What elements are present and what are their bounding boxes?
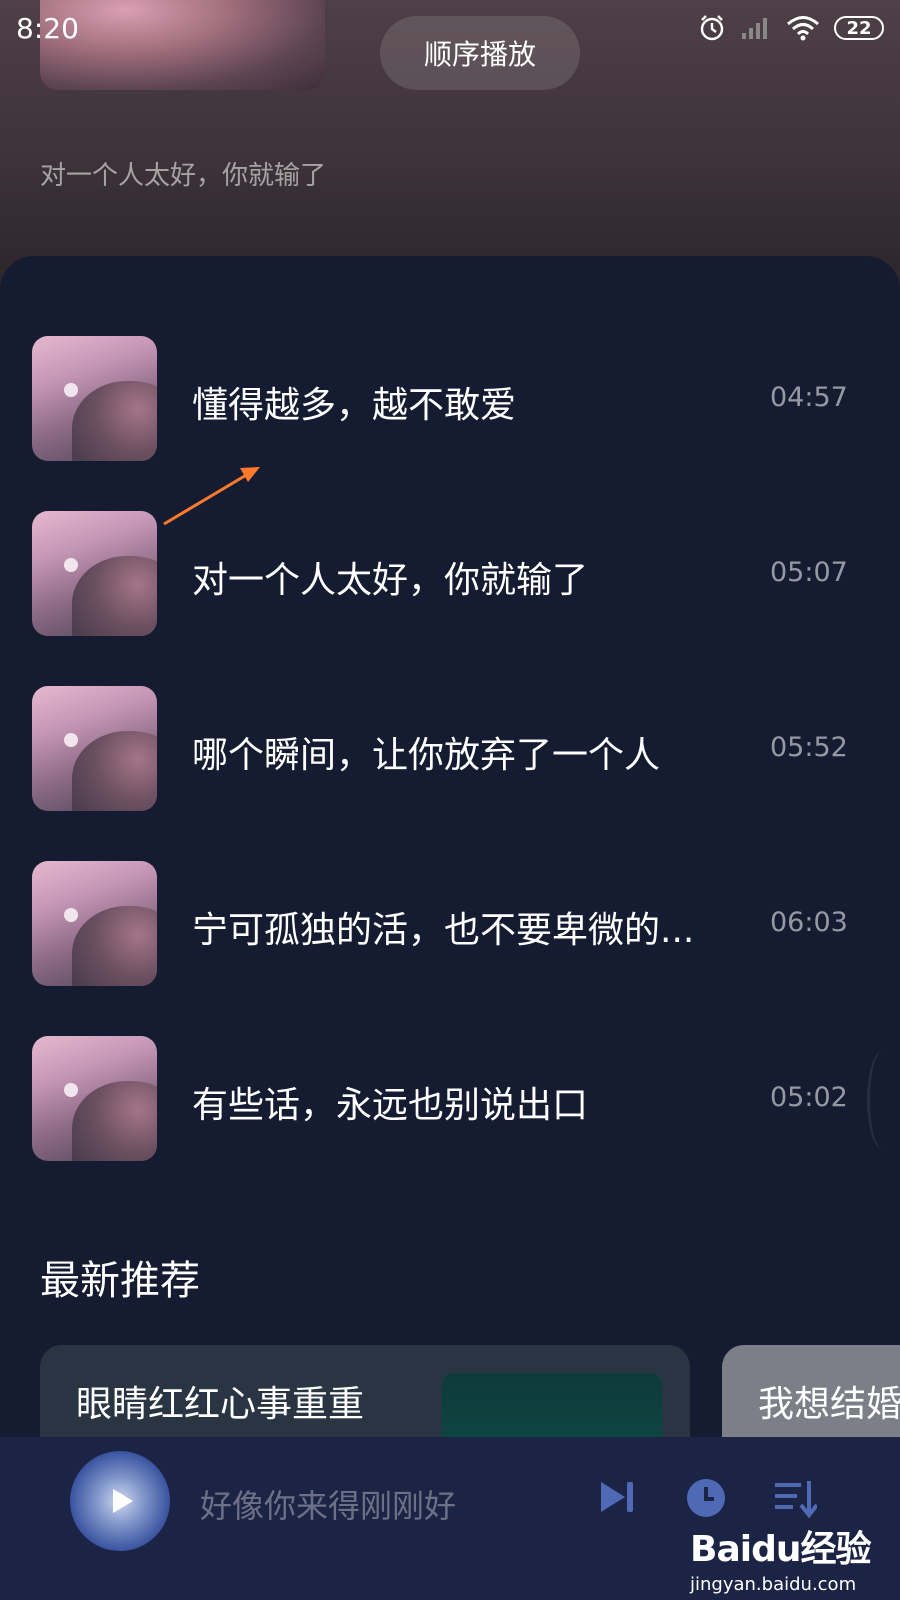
song-title: 哪个瞬间，让你放弃了一个人 <box>192 735 661 776</box>
play-icon <box>113 1489 133 1513</box>
header-subtitle: 对一个人太好，你就输了 <box>40 161 327 191</box>
song-cover-image <box>32 1036 157 1161</box>
song-duration: 04:57 <box>770 382 848 413</box>
baidu-jingyan-watermark: Baidu经验 jingyan.baidu.com <box>690 1520 871 1595</box>
next-track-icon[interactable] <box>597 1477 637 1517</box>
song-title: 宁可孤独的活，也不要卑微的... <box>192 910 695 951</box>
status-time: 8:20 <box>16 12 79 45</box>
song-duration: 05:52 <box>770 732 848 763</box>
song-list-item[interactable]: 对一个人太好，你就输了 05:07 <box>0 511 900 641</box>
annotation-arrow-icon <box>163 467 260 526</box>
song-cover-image <box>32 511 157 636</box>
watermark-brand: Baidu经验 <box>690 1529 871 1570</box>
song-duration: 06:03 <box>770 907 848 938</box>
side-drawer-handle[interactable] <box>867 1050 900 1150</box>
timer-clock-icon[interactable] <box>685 1477 727 1519</box>
song-title: 对一个人太好，你就输了 <box>192 560 589 601</box>
recommend-card-title: 我想结婚 <box>758 1384 900 1425</box>
song-cover-image <box>32 336 157 461</box>
play-mode-button[interactable]: 顺序播放 <box>380 16 580 90</box>
song-title: 懂得越多，越不敢爱 <box>192 385 517 426</box>
song-list-item[interactable]: 懂得越多，越不敢爱 04:57 <box>0 336 900 466</box>
recommend-card-title: 眼睛红红心事重重 <box>76 1384 365 1425</box>
song-duration: 05:07 <box>770 557 848 588</box>
status-bar-icons: 22 <box>698 14 884 42</box>
watermark-domain: jingyan.baidu.com <box>690 1574 857 1595</box>
song-cover-image <box>32 686 157 811</box>
battery-indicator: 22 <box>834 16 884 40</box>
section-title-recommend: 最新推荐 <box>40 1258 200 1304</box>
song-list-item[interactable]: 宁可孤独的活，也不要卑微的... 06:03 <box>0 861 900 991</box>
song-cover-image <box>32 861 157 986</box>
song-list-item[interactable]: 哪个瞬间，让你放弃了一个人 05:52 <box>0 686 900 816</box>
song-list-item[interactable]: 有些话，永远也别说出口 05:02 <box>0 1036 900 1166</box>
signal-icon <box>742 18 767 39</box>
now-playing-title: 好像你来得刚刚好 <box>200 1487 457 1525</box>
song-duration: 05:02 <box>770 1082 848 1113</box>
alarm-icon <box>700 15 724 41</box>
wifi-icon <box>787 16 819 41</box>
album-cover-image <box>40 0 325 90</box>
play-pause-button[interactable] <box>70 1451 170 1551</box>
playlist-icon[interactable] <box>773 1477 817 1519</box>
song-title: 有些话，永远也别说出口 <box>192 1085 589 1126</box>
